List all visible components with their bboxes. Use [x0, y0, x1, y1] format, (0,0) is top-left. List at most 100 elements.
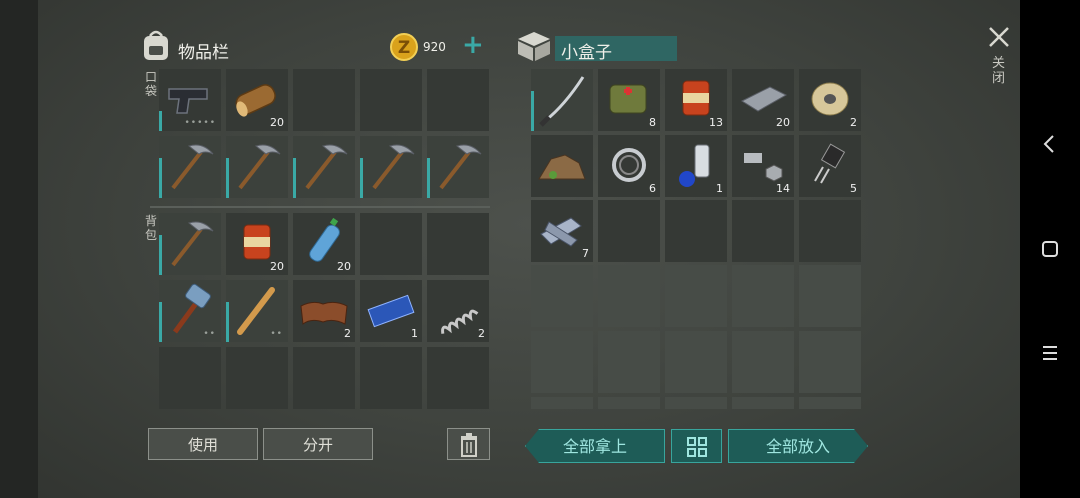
box-slot[interactable]: [531, 135, 593, 197]
item-count: 14: [776, 182, 790, 195]
backpack-slot[interactable]: [427, 213, 489, 275]
locked-slot: [799, 331, 861, 393]
durability-dots: ••: [203, 329, 216, 339]
pickaxe-icon: [238, 144, 281, 190]
backpack-slot[interactable]: [226, 347, 288, 409]
locked-slot: [598, 331, 660, 393]
coin-count: 920: [423, 40, 446, 54]
backpack-slot[interactable]: 2: [293, 280, 355, 342]
locked-slot: [665, 265, 727, 327]
locked-slot: [665, 397, 727, 409]
item-count: 20: [776, 116, 790, 129]
box-slot[interactable]: [598, 200, 660, 262]
locked-slot: [598, 265, 660, 327]
inventory-title: 物品栏: [178, 43, 229, 63]
use-button[interactable]: 使用: [148, 428, 258, 460]
backpack-icon: [140, 28, 172, 62]
tool-slot[interactable]: [159, 136, 221, 198]
close-label: 关闭: [992, 56, 1006, 86]
pickaxe-icon: [305, 144, 348, 190]
pocket-slot[interactable]: •••••: [159, 69, 221, 131]
backpack-slot[interactable]: ••: [226, 280, 288, 342]
backpack-slot[interactable]: 2: [427, 280, 489, 342]
katana-icon: [539, 76, 585, 127]
locked-slot: [732, 397, 794, 409]
item-count: 2: [478, 327, 485, 340]
box-slot[interactable]: 14: [732, 135, 794, 197]
section-divider: [150, 206, 490, 208]
item-count: 5: [850, 182, 857, 195]
locked-slot: [732, 331, 794, 393]
box-slot[interactable]: 6: [598, 135, 660, 197]
trash-button[interactable]: [447, 428, 490, 460]
locked-slot: [531, 331, 593, 393]
locked-slot: [732, 265, 794, 327]
box-slot[interactable]: [732, 200, 794, 262]
tool-slot[interactable]: [226, 136, 288, 198]
pickaxe-icon: [171, 144, 214, 190]
item-count: 20: [337, 260, 351, 273]
pocket-slot[interactable]: [427, 69, 489, 131]
durability-dots: ••: [270, 329, 283, 339]
left-edge: [0, 0, 38, 498]
box-slot[interactable]: 2: [799, 69, 861, 131]
item-count: 8: [649, 116, 656, 129]
box-slot[interactable]: 5: [799, 135, 861, 197]
take-all-button[interactable]: 全部拿上: [525, 429, 665, 463]
pocket-label: 口袋: [144, 70, 157, 98]
system-nav-bar: [1020, 0, 1080, 498]
durability-dots: •••••: [184, 118, 216, 128]
put-all-label: 全部放入: [765, 437, 830, 456]
item-count: 2: [344, 327, 351, 340]
put-all-button[interactable]: 全部放入: [728, 429, 868, 463]
backpack-label: 背包: [144, 214, 157, 242]
backpack-slot[interactable]: [293, 347, 355, 409]
box-slot[interactable]: [531, 69, 593, 131]
tool-slot[interactable]: [293, 136, 355, 198]
close-button[interactable]: 关闭: [984, 22, 1014, 102]
tool-slot[interactable]: [360, 136, 422, 198]
locked-slot: [799, 397, 861, 409]
box-slot[interactable]: 1: [665, 135, 727, 197]
item-count: 1: [411, 327, 418, 340]
sort-button[interactable]: [671, 429, 722, 463]
item-count: 20: [270, 116, 284, 129]
home-icon[interactable]: [1020, 238, 1080, 265]
backpack-slot[interactable]: 20: [226, 213, 288, 275]
pocket-slot[interactable]: [293, 69, 355, 131]
backpack-slot[interactable]: [159, 347, 221, 409]
item-count: 2: [850, 116, 857, 129]
locked-slot: [598, 397, 660, 409]
back-icon[interactable]: [1020, 132, 1080, 161]
box-slot[interactable]: 7: [531, 200, 593, 262]
item-count: 1: [716, 182, 723, 195]
pocket-slot[interactable]: [360, 69, 422, 131]
scrap-pile-icon: [538, 154, 586, 180]
backpack-slot[interactable]: ••: [159, 280, 221, 342]
pickaxe-icon: [171, 221, 214, 267]
backpack-slot[interactable]: [159, 213, 221, 275]
pocket-slot[interactable]: 20: [226, 69, 288, 131]
box-title-field[interactable]: 小盒子: [555, 36, 677, 63]
sort-icon: [686, 437, 707, 457]
pickaxe-icon: [439, 144, 482, 190]
take-all-label: 全部拿上: [562, 437, 627, 456]
split-button[interactable]: 分开: [263, 428, 373, 460]
svg-text:Z: Z: [398, 38, 410, 58]
coin-icon: Z: [389, 32, 419, 62]
backpack-slot[interactable]: [427, 347, 489, 409]
trash-icon: [460, 433, 477, 457]
backpack-slot[interactable]: 1: [360, 280, 422, 342]
add-coins-button[interactable]: +: [462, 30, 484, 60]
tool-slot[interactable]: [427, 136, 489, 198]
backpack-slot[interactable]: 20: [293, 213, 355, 275]
box-slot[interactable]: 20: [732, 69, 794, 131]
backpack-slot[interactable]: [360, 213, 422, 275]
box-slot[interactable]: 13: [665, 69, 727, 131]
box-slot[interactable]: 8: [598, 69, 660, 131]
box-slot[interactable]: [799, 200, 861, 262]
menu-icon[interactable]: [1020, 342, 1080, 369]
item-count: 6: [649, 182, 656, 195]
backpack-slot[interactable]: [360, 347, 422, 409]
box-slot[interactable]: [665, 200, 727, 262]
